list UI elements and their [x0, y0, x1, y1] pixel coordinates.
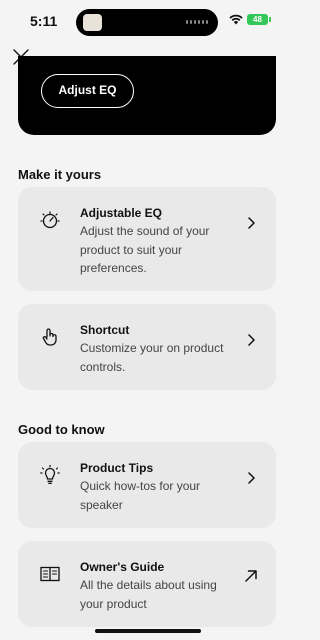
card-title: Product Tips	[80, 461, 154, 475]
dynamic-island[interactable]	[76, 9, 218, 36]
card-description: All the details about using your product	[80, 578, 217, 611]
book-icon	[40, 566, 60, 582]
home-indicator[interactable]	[95, 629, 201, 633]
status-icons: 48	[229, 14, 271, 25]
chevron-right-icon	[248, 472, 255, 484]
card-title: Owner's Guide	[80, 560, 165, 574]
card-description: Adjust the sound of your product to suit…	[80, 224, 210, 275]
card-product-tips[interactable]: Product Tips Quick how-tos for your spea…	[18, 442, 276, 528]
section-title-make-it-yours: Make it yours	[18, 167, 102, 182]
touch-icon	[42, 328, 57, 346]
card-owners-guide[interactable]: Owner's Guide All the details about usin…	[18, 541, 276, 627]
audio-waveform-icon	[186, 20, 208, 24]
hero-card: Adjust EQ	[18, 56, 276, 135]
chevron-right-icon	[248, 217, 255, 229]
external-link-icon	[245, 570, 257, 582]
card-description: Customize your on product controls.	[80, 341, 224, 374]
status-bar: 5:11 48	[0, 0, 296, 44]
card-shortcut[interactable]: Shortcut Customize your on product contr…	[18, 304, 276, 390]
battery-indicator: 48	[247, 14, 271, 25]
lightbulb-icon	[40, 464, 60, 484]
status-time: 5:11	[30, 13, 58, 29]
adjust-eq-button[interactable]: Adjust EQ	[41, 74, 134, 108]
card-description: Quick how-tos for your speaker	[80, 479, 201, 512]
card-title: Shortcut	[80, 323, 130, 337]
section-title-good-to-know: Good to know	[18, 422, 105, 437]
card-adjustable-eq[interactable]: Adjustable EQ Adjust the sound of your p…	[18, 187, 276, 291]
now-playing-thumbnail	[83, 14, 102, 31]
dial-icon	[40, 211, 60, 229]
wifi-icon	[229, 14, 243, 25]
card-title: Adjustable EQ	[80, 206, 163, 220]
chevron-right-icon	[248, 334, 255, 346]
